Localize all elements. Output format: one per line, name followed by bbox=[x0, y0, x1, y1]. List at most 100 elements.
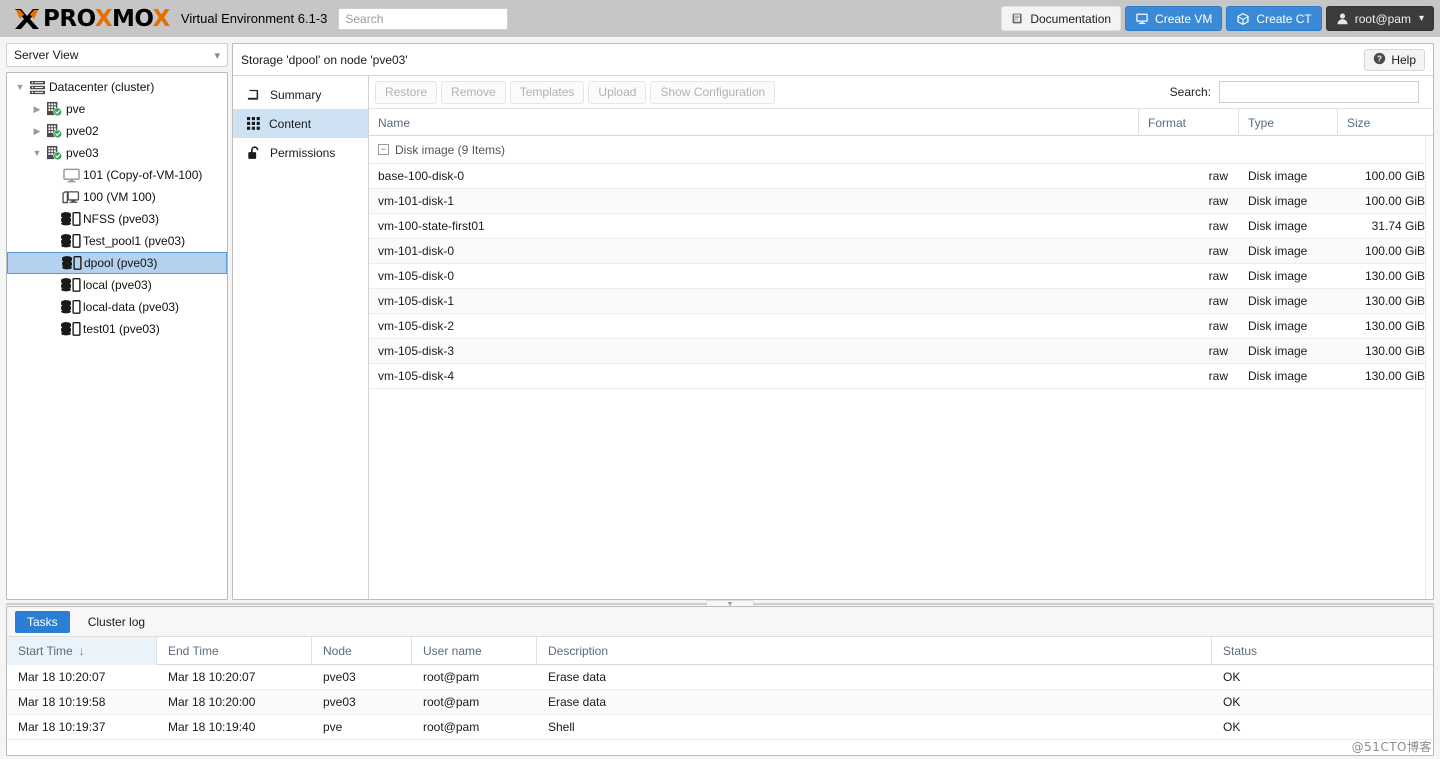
column-header-start-time-label: Start Time bbox=[18, 644, 73, 658]
tree-item-label: 100 (VM 100) bbox=[83, 190, 156, 204]
task-rows: Mar 18 10:20:07 Mar 18 10:20:07 pve03 root@… bbox=[7, 665, 1433, 740]
cell-type: Disk image bbox=[1248, 219, 1308, 233]
tree-item-label: local (pve03) bbox=[83, 278, 152, 292]
cell-type: Disk image bbox=[1248, 244, 1308, 258]
tab-summary[interactable]: Summary bbox=[233, 80, 368, 109]
column-header-description[interactable]: Description bbox=[537, 637, 1212, 665]
column-header-start-time[interactable]: Start Time ↓ bbox=[7, 637, 157, 665]
tree-item-label: Test_pool1 (pve03) bbox=[83, 234, 186, 248]
table-row[interactable]: base-100-disk-0 raw Disk image 100.00 GiB bbox=[369, 164, 1433, 189]
column-header-format[interactable]: Format bbox=[1139, 109, 1239, 136]
chevron-down-icon[interactable]: ▼ bbox=[13, 82, 27, 92]
tree-item-pve[interactable]: ▶ pve bbox=[7, 98, 227, 120]
tree-item-test01[interactable]: test01 (pve03) bbox=[7, 318, 227, 340]
bottom-tab-cluster-log[interactable]: Cluster log bbox=[76, 611, 157, 633]
monitor-icon bbox=[1135, 12, 1149, 25]
table-row[interactable]: vm-101-disk-1 raw Disk image 100.00 GiB bbox=[369, 189, 1433, 214]
tree-item-label: Datacenter (cluster) bbox=[49, 80, 155, 94]
tree-item-pve03[interactable]: ▼ pve03 bbox=[7, 142, 227, 164]
column-header-status[interactable]: Status bbox=[1212, 637, 1433, 665]
tree-item-test_pool1[interactable]: Test_pool1 (pve03) bbox=[7, 230, 227, 252]
tab-content[interactable]: Content bbox=[233, 109, 368, 138]
grid-scrollbar[interactable] bbox=[1425, 136, 1433, 599]
grid-group-label: Disk image (9 Items) bbox=[395, 142, 506, 157]
vm-icon bbox=[62, 168, 80, 183]
table-row[interactable]: vm-105-disk-2 raw Disk image 130.00 GiB bbox=[369, 314, 1433, 339]
documentation-button[interactable]: Documentation bbox=[1001, 6, 1122, 31]
cell-name: vm-101-disk-0 bbox=[378, 244, 455, 258]
task-header-row: Start Time ↓ End Time Node User name Des… bbox=[7, 637, 1433, 665]
column-header-type[interactable]: Type bbox=[1239, 109, 1338, 136]
content-search-input[interactable] bbox=[1219, 81, 1419, 103]
resource-tree[interactable]: ▼ Datacenter (cluster) ▶ pve ▶ pve02 ▼ pve03 101… bbox=[6, 72, 228, 600]
templates-button[interactable]: Templates bbox=[509, 80, 585, 104]
task-row[interactable]: Mar 18 10:19:58 Mar 18 10:20:00 pve03 root@… bbox=[7, 690, 1433, 715]
tree-item-100[interactable]: 100 (VM 100) bbox=[7, 186, 227, 208]
tab-permissions[interactable]: Permissions bbox=[233, 138, 368, 167]
cell-size: 130.00 GiB bbox=[1364, 369, 1425, 383]
cube-icon bbox=[1236, 12, 1250, 26]
storage-icon bbox=[61, 255, 83, 271]
tree-item-label: NFSS (pve03) bbox=[83, 212, 160, 226]
cell-type: Disk image bbox=[1248, 319, 1308, 333]
table-row[interactable]: vm-105-disk-0 raw Disk image 130.00 GiB bbox=[369, 264, 1433, 289]
collapse-icon[interactable]: − bbox=[378, 144, 389, 155]
chevron-right-icon[interactable]: ▶ bbox=[30, 104, 44, 114]
sort-arrow-icon: ↓ bbox=[78, 644, 85, 658]
tree-item-datacenter[interactable]: ▼ Datacenter (cluster) bbox=[7, 76, 227, 98]
cell-format: raw bbox=[1208, 169, 1228, 183]
svg-text:?: ? bbox=[1377, 54, 1382, 63]
user-menu-button[interactable]: root@pam ▾ bbox=[1325, 6, 1434, 31]
table-row[interactable]: vm-105-disk-4 raw Disk image 130.00 GiB bbox=[369, 364, 1433, 389]
create-vm-label: Create VM bbox=[1155, 11, 1213, 26]
tree-item-pve02[interactable]: ▶ pve02 bbox=[7, 120, 227, 142]
table-row[interactable]: vm-105-disk-3 raw Disk image 130.00 GiB bbox=[369, 339, 1433, 364]
task-cell-desc: Erase data bbox=[548, 670, 607, 684]
task-cell-user: root@pam bbox=[423, 695, 480, 709]
column-header-end-time[interactable]: End Time bbox=[157, 637, 312, 665]
tree-item-local[interactable]: local (pve03) bbox=[7, 274, 227, 296]
tree-item-label: test01 (pve03) bbox=[83, 322, 160, 336]
task-cell-end: Mar 18 10:20:07 bbox=[168, 670, 256, 684]
grid-group-row[interactable]: − Disk image (9 Items) bbox=[369, 136, 1433, 164]
topbar-actions: Documentation Create VM Create CT root@p… bbox=[1001, 6, 1434, 31]
upload-button[interactable]: Upload bbox=[588, 80, 647, 104]
table-row[interactable]: vm-100-state-first01 raw Disk image 31.74 G… bbox=[369, 214, 1433, 239]
table-row[interactable]: vm-101-disk-0 raw Disk image 100.00 GiB bbox=[369, 239, 1433, 264]
column-header-node[interactable]: Node bbox=[312, 637, 412, 665]
show-configuration-button[interactable]: Show Configuration bbox=[650, 80, 776, 104]
node-icon bbox=[46, 123, 63, 139]
column-header-size[interactable]: Size bbox=[1338, 109, 1436, 136]
task-row[interactable]: Mar 18 10:20:07 Mar 18 10:20:07 pve03 root@… bbox=[7, 665, 1433, 690]
documentation-label: Documentation bbox=[1030, 11, 1112, 26]
view-select-dropdown[interactable]: Server View ▾ bbox=[6, 43, 228, 67]
chevron-right-icon[interactable]: ▶ bbox=[30, 126, 44, 136]
top-bar: PROXMOX Virtual Environment 6.1-3 Docume… bbox=[0, 0, 1440, 37]
bottom-tab-list: Tasks Cluster log bbox=[7, 607, 1433, 637]
task-row[interactable]: Mar 18 10:19:37 Mar 18 10:19:40 pve root@pa… bbox=[7, 715, 1433, 740]
remove-button[interactable]: Remove bbox=[441, 80, 506, 104]
task-cell-desc: Shell bbox=[548, 720, 575, 734]
cell-type: Disk image bbox=[1248, 269, 1308, 283]
global-search-input[interactable] bbox=[338, 7, 509, 30]
table-row[interactable]: vm-105-disk-1 raw Disk image 130.00 GiB bbox=[369, 289, 1433, 314]
task-cell-start: Mar 18 10:19:37 bbox=[18, 720, 106, 734]
restore-button[interactable]: Restore bbox=[375, 80, 438, 104]
tree-item-101[interactable]: 101 (Copy-of-VM-100) bbox=[7, 164, 227, 186]
chevron-down-icon[interactable]: ▼ bbox=[30, 148, 44, 158]
column-header-user-name[interactable]: User name bbox=[412, 637, 537, 665]
cell-name: base-100-disk-0 bbox=[378, 169, 465, 183]
create-vm-button[interactable]: Create VM bbox=[1125, 6, 1223, 31]
storage-icon bbox=[60, 233, 82, 249]
tree-item-local-data[interactable]: local-data (pve03) bbox=[7, 296, 227, 318]
tree-item-dpool[interactable]: dpool (pve03) bbox=[7, 252, 227, 274]
help-button[interactable]: ? Help bbox=[1364, 48, 1425, 71]
cell-type: Disk image bbox=[1248, 169, 1308, 183]
tree-item-nfss[interactable]: NFSS (pve03) bbox=[7, 208, 227, 230]
cell-type: Disk image bbox=[1248, 344, 1308, 358]
create-ct-button[interactable]: Create CT bbox=[1226, 6, 1322, 31]
bottom-tab-tasks[interactable]: Tasks bbox=[15, 610, 70, 633]
column-header-name[interactable]: Name bbox=[369, 109, 1139, 136]
cell-size: 100.00 GiB bbox=[1364, 244, 1425, 258]
book-icon bbox=[1011, 12, 1024, 25]
